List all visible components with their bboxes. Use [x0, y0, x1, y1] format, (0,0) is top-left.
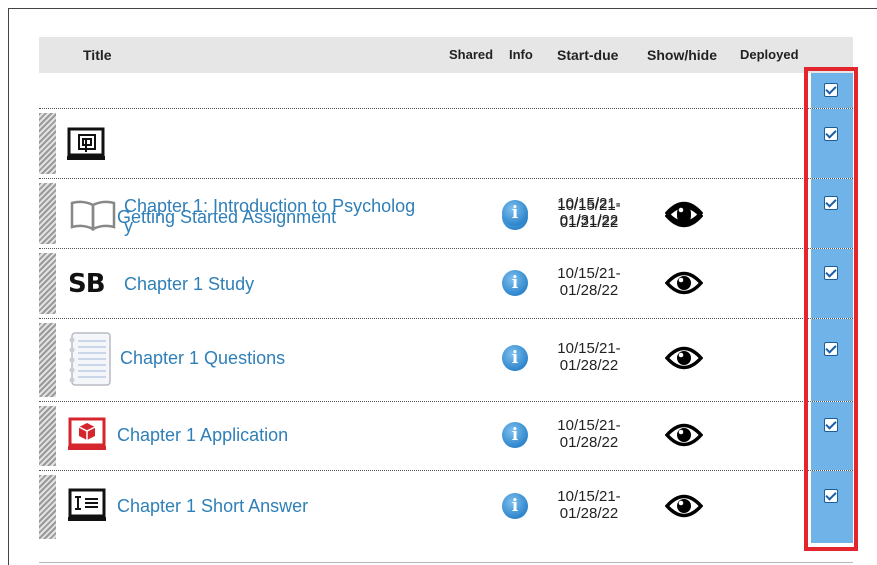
table-row: Chapter 1 Short Answer i 10/15/21- 01/28…: [39, 471, 853, 543]
deployed-checkbox[interactable]: [824, 127, 838, 141]
due-date: 01/31/22: [559, 212, 619, 229]
column-header-title[interactable]: Title: [83, 47, 112, 63]
deployed-checkbox[interactable]: [824, 266, 838, 280]
deployed-cell: [811, 109, 853, 178]
assignment-title-link[interactable]: Chapter 1: Introduction to Psycholog y: [124, 196, 415, 236]
column-header-start-due[interactable]: Start-due: [557, 47, 618, 63]
drag-handle[interactable]: [39, 113, 56, 174]
due-date: 01/28/22: [559, 357, 619, 374]
title-line-2: y: [124, 216, 133, 236]
deployed-checkbox[interactable]: [824, 342, 838, 356]
start-due-dates: 10/15/21- 01/28/22: [553, 340, 625, 374]
deployed-checkbox[interactable]: [824, 418, 838, 432]
eye-icon[interactable]: [665, 343, 703, 373]
table-row: Chapter 1 Questions i 10/15/21- 01/28/22: [39, 319, 853, 402]
drag-handle[interactable]: [39, 406, 56, 466]
assignment-title-link[interactable]: Chapter 1 Short Answer: [117, 496, 308, 516]
select-all-deployed-checkbox[interactable]: [824, 83, 838, 97]
deployed-cell: [811, 179, 853, 248]
start-date: 10/15/21-: [557, 417, 621, 434]
drag-handle[interactable]: [39, 323, 56, 397]
drag-handle[interactable]: [39, 183, 56, 244]
info-icon[interactable]: i: [502, 200, 528, 226]
table-row: Chapter 1: Introduction to Psycholog y i…: [39, 179, 853, 249]
eye-icon[interactable]: [665, 268, 703, 298]
due-date: 01/28/22: [559, 434, 619, 451]
start-date: 10/15/21-: [557, 340, 621, 357]
due-date: 01/28/22: [559, 282, 619, 299]
drag-handle[interactable]: [39, 475, 56, 539]
due-date: 01/28/22: [559, 505, 619, 522]
info-icon[interactable]: i: [502, 422, 528, 448]
deployed-cell: [811, 319, 853, 401]
notebook-icon: [69, 332, 111, 386]
title-line-1: Chapter 1: Introduction to Psycholog: [124, 196, 416, 216]
start-due-dates: 10/15/21- 01/28/22: [553, 265, 625, 299]
eye-icon[interactable]: [665, 420, 703, 450]
application-cube-icon: [68, 417, 106, 450]
info-icon[interactable]: i: [502, 270, 528, 296]
column-header-deployed: Deployed: [740, 47, 799, 62]
start-date: 10/15/21-: [557, 195, 621, 212]
assignment-title-link[interactable]: Chapter 1 Study: [124, 274, 254, 294]
select-all-row: [39, 73, 853, 109]
table-row: Getting Started Assignment i 10/15/21- 0…: [39, 109, 853, 231]
drag-handle[interactable]: [39, 253, 56, 314]
start-date: 10/15/21-: [557, 265, 621, 282]
assignments-table: Title Shared Info Start-due Show/hide De…: [39, 37, 853, 543]
eye-icon[interactable]: [665, 491, 703, 521]
window-left-border: [8, 8, 9, 565]
deployed-cell: [811, 73, 853, 108]
computer-assignment-icon: [67, 127, 105, 160]
deployed-checkbox[interactable]: [824, 196, 838, 210]
smartbook-icon: SB: [68, 269, 106, 299]
column-header-shared: Shared: [449, 47, 494, 62]
table-row: Chapter 1 Application i 10/15/21- 01/28/…: [39, 402, 853, 471]
window-top-border: [8, 8, 877, 9]
table-bottom-border: [39, 562, 853, 563]
deployed-checkbox[interactable]: [824, 489, 838, 503]
start-due-dates: 10/15/21- 01/28/22: [553, 488, 625, 522]
deployed-cell: [811, 471, 853, 543]
column-header-show-hide: Show/hide: [647, 47, 717, 63]
deployed-cell: [811, 249, 853, 318]
table-header: Title Shared Info Start-due Show/hide De…: [39, 37, 853, 73]
deployed-cell: [811, 402, 853, 470]
info-icon[interactable]: i: [502, 493, 528, 519]
assignment-title-link[interactable]: Chapter 1 Questions: [120, 348, 285, 368]
table-row: SB Chapter 1 Study i 10/15/21- 01/28/22: [39, 249, 853, 319]
open-book-icon: [70, 200, 116, 231]
column-header-info: Info: [509, 47, 533, 62]
eye-icon[interactable]: [665, 198, 703, 228]
assignment-title-link[interactable]: Chapter 1 Application: [117, 425, 288, 445]
info-icon[interactable]: i: [502, 345, 528, 371]
short-answer-icon: [68, 488, 106, 521]
start-date: 10/15/21-: [557, 488, 621, 505]
start-due-dates: 10/15/21- 01/31/22: [553, 195, 625, 229]
start-due-dates: 10/15/21- 01/28/22: [553, 417, 625, 451]
